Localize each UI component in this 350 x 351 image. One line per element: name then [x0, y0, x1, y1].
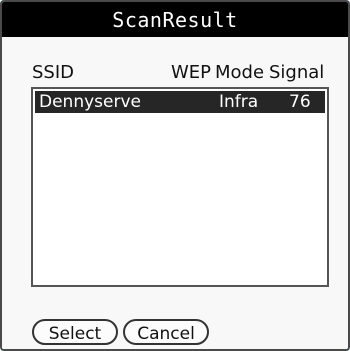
- list-item[interactable]: Dennyserve Infra 76: [35, 91, 325, 113]
- ssid-cell: Dennyserve: [39, 92, 141, 112]
- dialog-title: ScanResult: [2, 2, 348, 37]
- column-header-signal: Signal: [269, 62, 325, 83]
- select-button[interactable]: Select: [32, 319, 118, 345]
- scan-result-dialog: ScanResult SSID WEP Mode Signal Dennyser…: [0, 0, 350, 351]
- column-header-mode: Mode: [215, 62, 265, 83]
- scan-results-list[interactable]: Dennyserve Infra 76: [31, 87, 329, 287]
- mode-cell: Infra: [219, 92, 259, 112]
- column-header-wep: WEP: [171, 62, 212, 83]
- cancel-button[interactable]: Cancel: [123, 319, 209, 345]
- dialog-body: SSID WEP Mode Signal Dennyserve Infra 76…: [2, 37, 348, 349]
- signal-cell: 76: [289, 92, 311, 112]
- column-header-ssid: SSID: [32, 62, 75, 83]
